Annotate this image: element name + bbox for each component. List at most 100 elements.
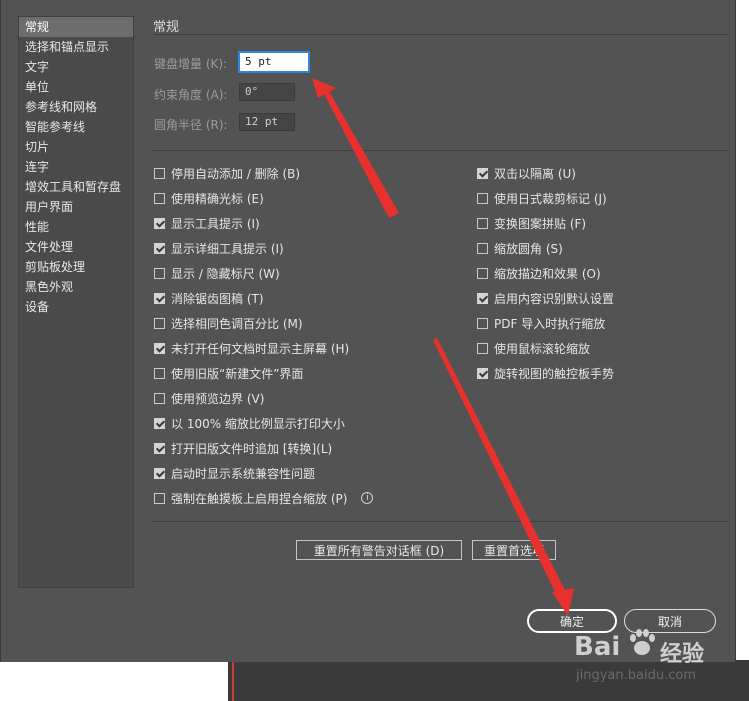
sidebar-item-black-appearance[interactable]: 黑色外观 <box>19 277 133 297</box>
checkbox[interactable] <box>477 167 488 179</box>
checkbox[interactable] <box>154 492 165 504</box>
option-anti-aliased-artwork[interactable]: 消除锯齿图稿 (T) <box>154 290 264 306</box>
option-label: 显示详细工具提示 (I) <box>171 241 284 256</box>
option-legacy-new-document[interactable]: 使用旧版“新建文件”界面 <box>154 365 303 381</box>
checkbox[interactable] <box>154 442 165 454</box>
option-label: 使用精确光标 (E) <box>171 191 264 206</box>
checkbox[interactable] <box>477 217 488 229</box>
sidebar-item-units[interactable]: 单位 <box>19 77 133 97</box>
sidebar-item-hyphenation[interactable]: 连字 <box>19 157 133 177</box>
checkbox[interactable] <box>154 192 165 204</box>
option-label: 启动时显示系统兼容性问题 <box>171 466 316 481</box>
checkbox[interactable] <box>154 292 165 304</box>
option-label: 显示 / 隐藏标尺 (W) <box>171 266 280 281</box>
checkbox[interactable] <box>154 217 165 229</box>
sidebar-item-user-interface[interactable]: 用户界面 <box>19 197 133 217</box>
option-label: 未打开任何文档时显示主屏幕 (H) <box>171 341 350 356</box>
option-force-pinch-zoom[interactable]: 强制在触摸板上启用捏合缩放 (P) i <box>154 490 374 506</box>
watermark-url: jingyan.baidu.com <box>576 668 696 683</box>
watermark-brand: Bai <box>574 632 621 662</box>
option-label: 使用鼠标滚轮缩放 <box>494 341 591 356</box>
sidebar-item-file-handling[interactable]: 文件处理 <box>19 237 133 257</box>
sidebar-item-general[interactable]: 常规 <box>19 17 133 37</box>
section-divider <box>153 34 729 35</box>
checkbox[interactable] <box>477 192 488 204</box>
option-label: 双击以隔离 (U) <box>494 166 576 181</box>
option-pdf-import-scale[interactable]: PDF 导入时执行缩放 <box>477 315 605 331</box>
fields-divider <box>153 150 729 151</box>
option-content-aware-defaults[interactable]: 启用内容识别默认设置 <box>477 290 614 306</box>
app-edge-line <box>232 660 234 701</box>
checkbox[interactable] <box>154 242 165 254</box>
sidebar-item-guides-grid[interactable]: 参考线和网格 <box>19 97 133 117</box>
option-preview-bounds[interactable]: 使用预览边界 (V) <box>154 390 264 406</box>
option-transform-pattern-tiles[interactable]: 变换图案拼贴 (F) <box>477 215 586 231</box>
checkbox[interactable] <box>154 267 165 279</box>
option-rich-tooltips[interactable]: 显示详细工具提示 (I) <box>154 240 284 256</box>
option-select-same-tint[interactable]: 选择相同色调百分比 (M) <box>154 315 303 331</box>
reset-preferences-button[interactable]: 重置首选项 <box>472 540 556 560</box>
option-japanese-crop-marks[interactable]: 使用日式裁剪标记 (J) <box>477 190 607 206</box>
option-zoom-with-scroll-wheel[interactable]: 使用鼠标滚轮缩放 <box>477 340 590 356</box>
option-label: 使用预览边界 (V) <box>171 391 265 406</box>
checkbox[interactable] <box>154 367 165 379</box>
option-label: 使用日式裁剪标记 (J) <box>494 191 607 206</box>
option-label: 选择相同色调百分比 (M) <box>171 316 303 331</box>
sidebar-item-smart-guides[interactable]: 智能参考线 <box>19 117 133 137</box>
keyboard-increment-input[interactable]: 5 pt <box>239 52 309 72</box>
option-double-click-isolate[interactable]: 双击以隔离 (U) <box>477 165 576 181</box>
sidebar-item-type[interactable]: 文字 <box>19 57 133 77</box>
sidebar-item-devices[interactable]: 设备 <box>19 297 133 317</box>
info-icon[interactable]: i <box>361 492 374 504</box>
checkbox[interactable] <box>154 342 165 354</box>
sidebar-item-selection-anchor[interactable]: 选择和锚点显示 <box>19 37 133 57</box>
watermark: Bai 经验 jingyan.baidu.com <box>574 628 744 698</box>
section-title: 常规 <box>153 20 180 35</box>
paw-icon <box>630 629 655 655</box>
checkbox[interactable] <box>477 367 488 379</box>
option-precise-cursors[interactable]: 使用精确光标 (E) <box>154 190 264 206</box>
checkbox[interactable] <box>477 292 488 304</box>
sidebar-item-clipboard[interactable]: 剪贴板处理 <box>19 257 133 277</box>
option-label: 旋转视图的触控板手势 <box>494 366 615 381</box>
option-scale-strokes-effects[interactable]: 缩放描边和效果 (O) <box>477 265 601 281</box>
constrain-angle-label: 约束角度 (A): <box>154 88 228 102</box>
corner-radius-input[interactable]: 12 pt <box>239 113 295 131</box>
checkbox[interactable] <box>477 317 488 329</box>
preferences-dialog: 常规 选择和锚点显示 文字 单位 参考线和网格 智能参考线 切片 连字 增效工具… <box>0 0 736 662</box>
option-label: 缩放描边和效果 (O) <box>494 266 601 281</box>
option-disable-auto-add-delete[interactable]: 停用自动添加 / 删除 (B) <box>154 165 300 181</box>
option-scale-corners[interactable]: 缩放圆角 (S) <box>477 240 563 256</box>
option-show-home-screen[interactable]: 未打开任何文档时显示主屏幕 (H) <box>154 340 349 356</box>
option-label: 停用自动添加 / 删除 (B) <box>171 166 301 181</box>
option-display-print-size[interactable]: 以 100% 缩放比例显示打印大小 <box>154 415 345 431</box>
option-show-tooltips[interactable]: 显示工具提示 (I) <box>154 215 260 231</box>
checkbox[interactable] <box>154 392 165 404</box>
sidebar-item-plugins-scratch[interactable]: 增效工具和暂存盘 <box>19 177 133 197</box>
option-label: 启用内容识别默认设置 <box>494 291 615 306</box>
option-append-converted[interactable]: 打开旧版文件时追加 [转换](L) <box>154 440 332 456</box>
sidebar-item-performance[interactable]: 性能 <box>19 217 133 237</box>
reset-warnings-button[interactable]: 重置所有警告对话框 (D) <box>296 540 462 560</box>
option-label: 变换图案拼贴 (F) <box>494 216 587 231</box>
checkbox[interactable] <box>154 467 165 479</box>
option-label: 显示工具提示 (I) <box>171 216 260 231</box>
checkbox[interactable] <box>154 167 165 179</box>
option-show-hide-rulers[interactable]: 显示 / 隐藏标尺 (W) <box>154 265 280 281</box>
watermark-brand-suffix: 经验 <box>660 642 705 667</box>
option-label: 缩放圆角 (S) <box>494 241 563 256</box>
constrain-angle-input[interactable]: 0° <box>239 83 295 101</box>
option-rotate-view-gestures[interactable]: 旋转视图的触控板手势 <box>477 365 614 381</box>
category-sidebar: 常规 选择和锚点显示 文字 单位 参考线和网格 智能参考线 切片 连字 增效工具… <box>18 16 134 588</box>
option-label: 打开旧版文件时追加 [转换](L) <box>171 441 333 456</box>
checkbox[interactable] <box>477 267 488 279</box>
checkbox[interactable] <box>154 317 165 329</box>
option-system-compatibility[interactable]: 启动时显示系统兼容性问题 <box>154 465 315 481</box>
checkbox[interactable] <box>154 417 165 429</box>
option-label: 强制在触摸板上启用捏合缩放 (P) <box>171 491 348 506</box>
options-divider <box>153 521 729 522</box>
checkbox[interactable] <box>477 342 488 354</box>
checkbox[interactable] <box>477 242 488 254</box>
sidebar-item-slices[interactable]: 切片 <box>19 137 133 157</box>
option-label: PDF 导入时执行缩放 <box>494 316 606 331</box>
